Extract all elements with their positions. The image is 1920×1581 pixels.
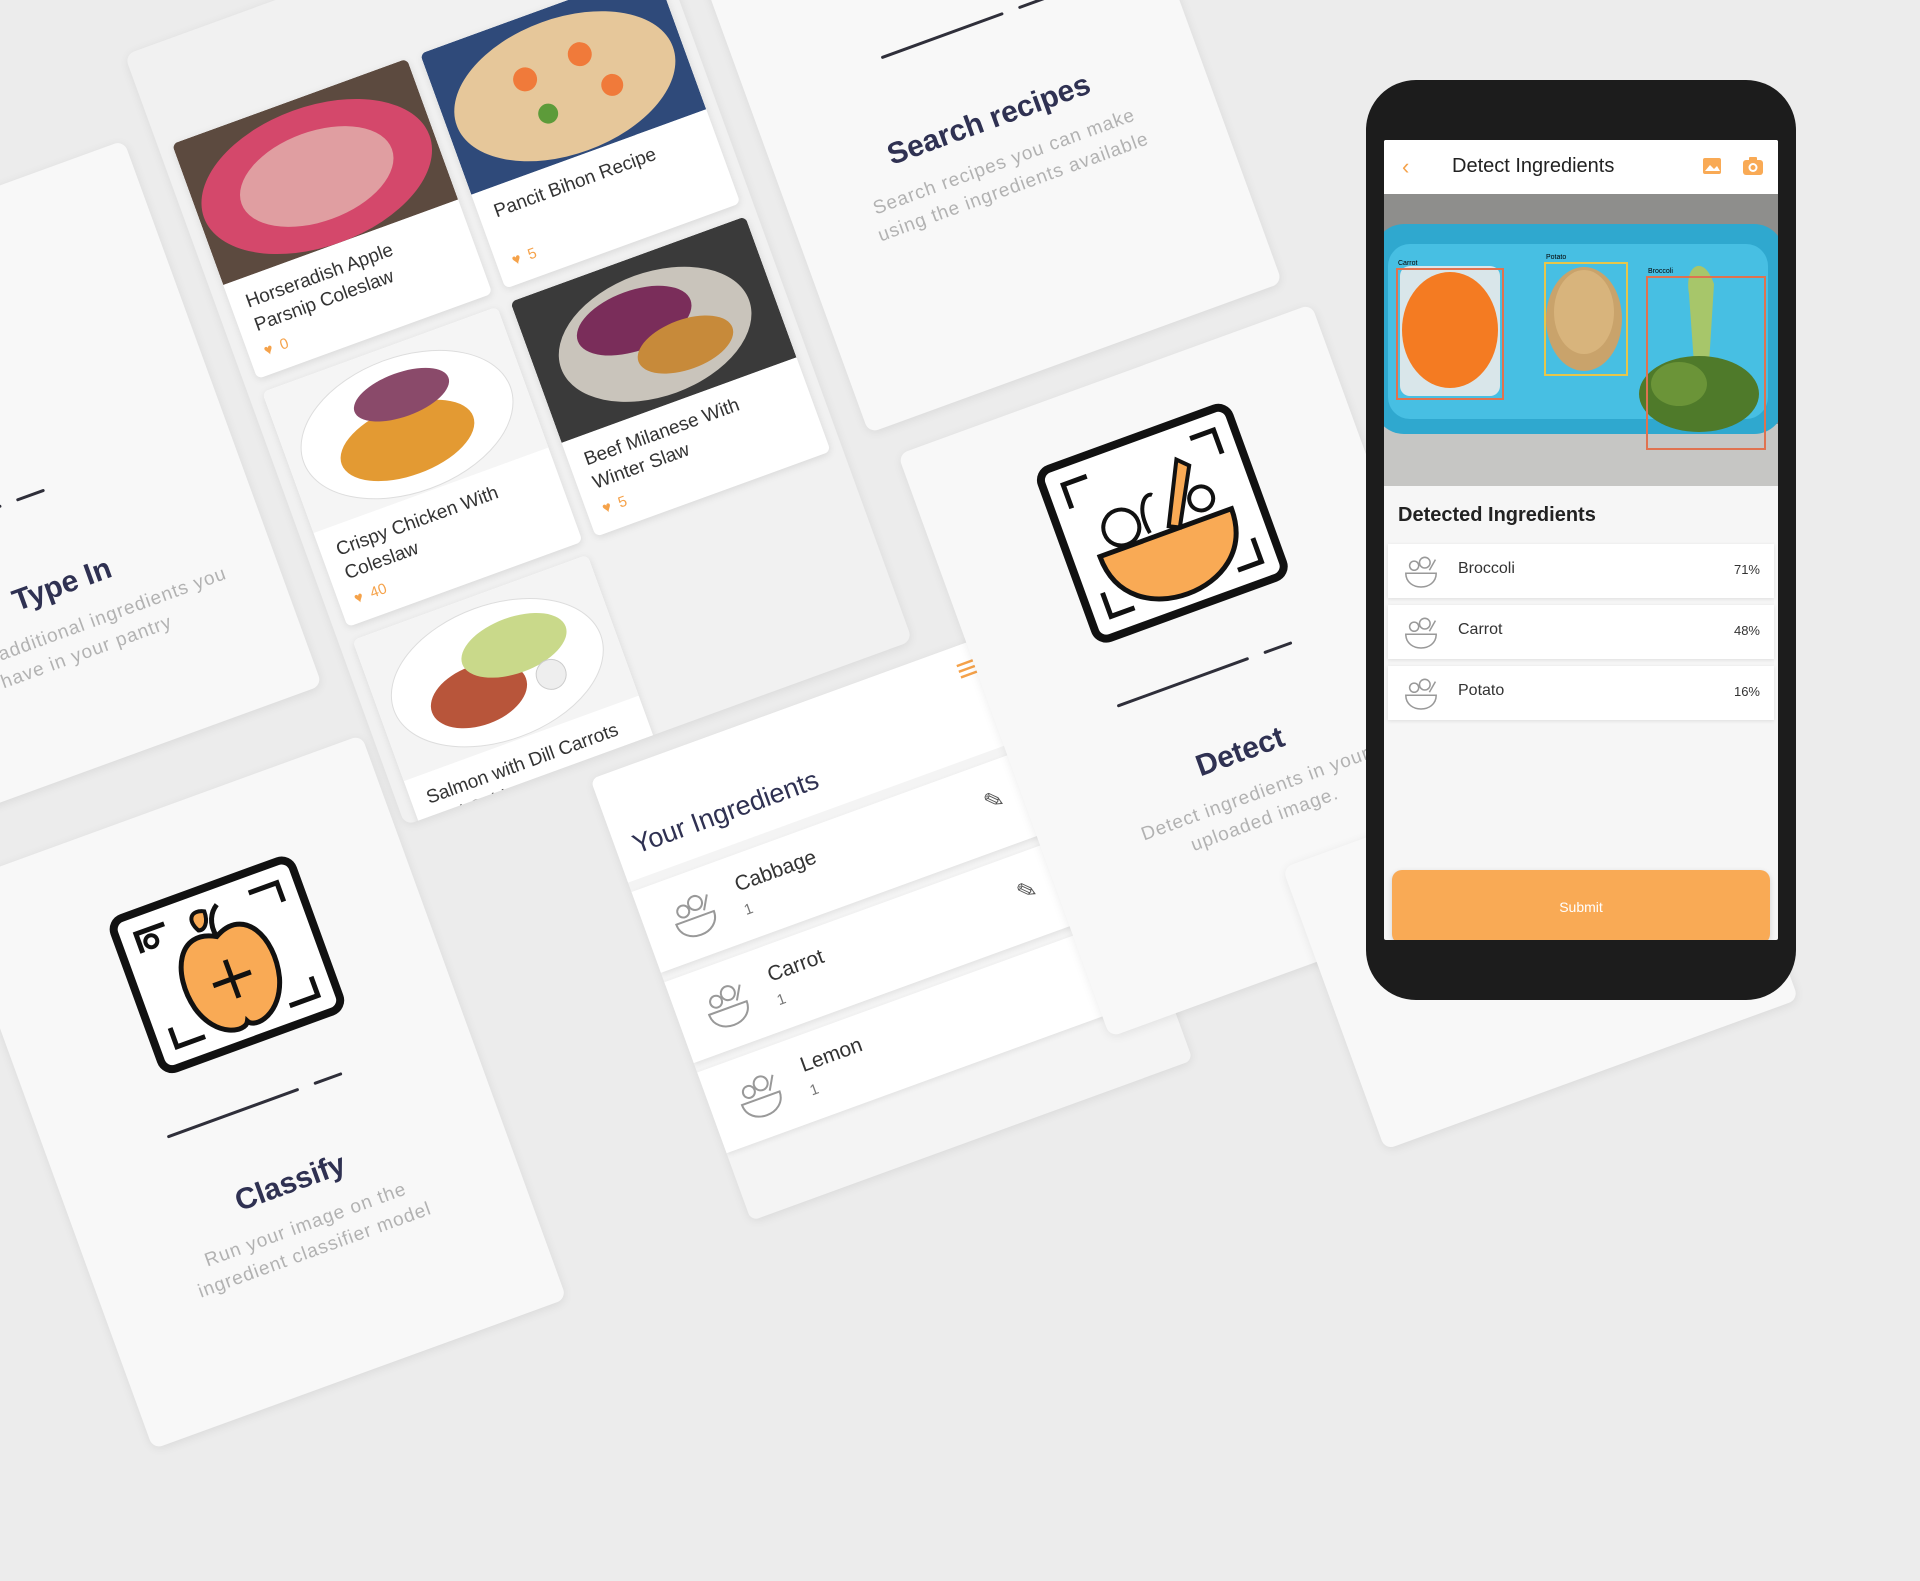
recipe-likes: ♥ 5 [599, 492, 630, 518]
edit-pencil-icon[interactable]: ✎ [1013, 874, 1042, 908]
edit-pencil-icon[interactable]: ✎ [980, 784, 1009, 818]
vegetables-bowl-icon [1405, 678, 1437, 710]
ingredient-name: Cabbage [731, 845, 820, 897]
phone-screen: ‹ Detect Ingredients Carrot Potato Brocc… [1384, 140, 1778, 940]
divider [166, 1087, 300, 1139]
vegetables-bowl-icon [740, 1074, 782, 1118]
heart-icon: ♥ [599, 498, 615, 518]
recipe-likes: ♥ 0 [261, 334, 292, 360]
bounding-box-label: Carrot [1398, 260, 1418, 267]
detected-row[interactable]: Carrot 48% [1388, 605, 1774, 659]
divider [1263, 641, 1293, 655]
vegetables-bowl-icon [1405, 556, 1437, 588]
submit-button[interactable]: Submit [1392, 870, 1770, 940]
vegetables-bowl-icon [675, 894, 716, 938]
divider [313, 1072, 343, 1086]
bounding-box-potato: Potato [1544, 254, 1628, 376]
detected-name: Carrot [1458, 621, 1503, 638]
classify-apple-icon [109, 856, 345, 1074]
app-bar-title: Detect Ingredients [1452, 155, 1615, 177]
ingredient-name: Carrot [764, 945, 828, 987]
detected-name: Potato [1458, 682, 1505, 699]
divider [15, 488, 46, 502]
detected-confidence: 48% [1733, 623, 1760, 638]
heart-icon: ♥ [261, 340, 276, 360]
bounding-box-label: Broccoli [1648, 268, 1673, 275]
bounding-box-label: Potato [1546, 254, 1567, 261]
detected-row[interactable]: Potato 16% [1388, 666, 1774, 720]
app-bar: ‹ Detect Ingredients [1384, 140, 1778, 194]
recipe-image [420, 0, 707, 195]
camera-icon[interactable] [1742, 156, 1764, 176]
ingredient-quantity: 1 [774, 990, 789, 1010]
ingredient-quantity: 1 [741, 900, 756, 919]
detected-name: Broccoli [1458, 560, 1515, 577]
detected-row[interactable]: Broccoli 71% [1388, 544, 1774, 598]
recipe-likes: ♥ 40 [351, 580, 390, 608]
detected-confidence: 16% [1733, 684, 1760, 699]
heart-icon: ♥ [509, 250, 524, 270]
feature-card-classify: Classify Run your image on the ingredien… [0, 734, 567, 1450]
divider [1116, 656, 1250, 708]
chevron-left-icon[interactable]: ‹ [1402, 154, 1409, 180]
detected-ingredients-title: Detected Ingredients [1398, 504, 1596, 526]
vegetables-bowl-icon [1405, 617, 1437, 649]
heart-icon: ♥ [351, 588, 366, 608]
bounding-box-broccoli: Broccoli [1646, 268, 1766, 450]
ingredient-name: Lemon [797, 1033, 866, 1077]
phone-mockup: ‹ Detect Ingredients Carrot Potato Brocc… [1366, 80, 1796, 1000]
bounding-box-carrot: Carrot [1396, 260, 1504, 400]
vegetables-bowl-icon [707, 984, 749, 1028]
ingredient-quantity: 1 [807, 1080, 822, 1100]
detected-confidence: 71% [1733, 562, 1760, 577]
divider [1017, 0, 1048, 10]
salad-bowl-icon [1036, 403, 1288, 643]
divider [0, 504, 2, 549]
detection-image: Carrot Potato Broccoli [1384, 194, 1778, 486]
image-icon[interactable] [1702, 157, 1722, 175]
checklist-icon [811, 0, 1004, 6]
recipe-likes: ♥ 5 [509, 244, 540, 270]
divider [880, 11, 1004, 60]
